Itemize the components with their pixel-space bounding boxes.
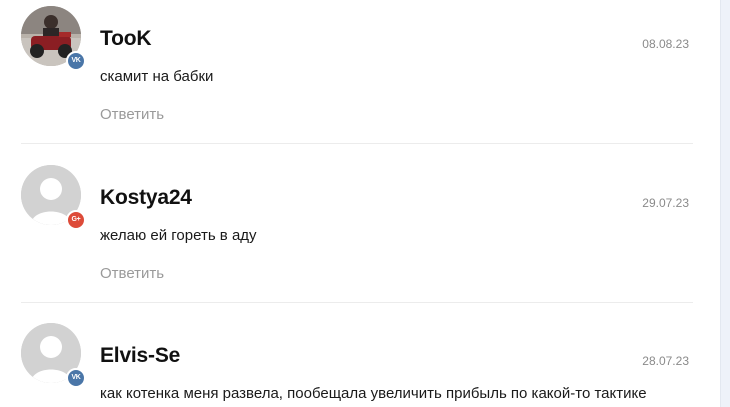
right-scroll-rail [720,0,730,407]
comment-text: как котенка меня развела, пообещала увел… [100,385,647,402]
avatar[interactable]: VK [21,323,86,388]
comment-author: TooK [100,27,152,50]
divider [21,302,693,303]
comment-date: 08.08.23 [642,37,689,51]
comment-item: VK TooK 08.08.23 скамит на бабки Ответит… [0,6,710,146]
comment-author: Kostya24 [100,186,192,209]
avatar[interactable]: G+ [21,165,86,230]
reply-link[interactable]: Ответить [100,106,164,124]
divider [21,143,693,144]
comment-text: скамит на бабки [100,68,214,85]
comment-item: VK Elvis-Se 28.07.23 как котенка меня ра… [0,323,710,407]
vk-icon: VK [66,368,86,388]
vk-icon: VK [66,51,86,71]
comment-item: G+ Kostya24 29.07.23 желаю ей гореть в а… [0,165,710,305]
reply-link[interactable]: Ответить [100,265,164,283]
google-plus-icon: G+ [66,210,86,230]
comment-date: 28.07.23 [642,354,689,368]
comment-text: желаю ей гореть в аду [100,227,257,244]
comment-author: Elvis-Se [100,344,181,367]
comment-date: 29.07.23 [642,196,689,210]
avatar[interactable]: VK [21,6,86,71]
